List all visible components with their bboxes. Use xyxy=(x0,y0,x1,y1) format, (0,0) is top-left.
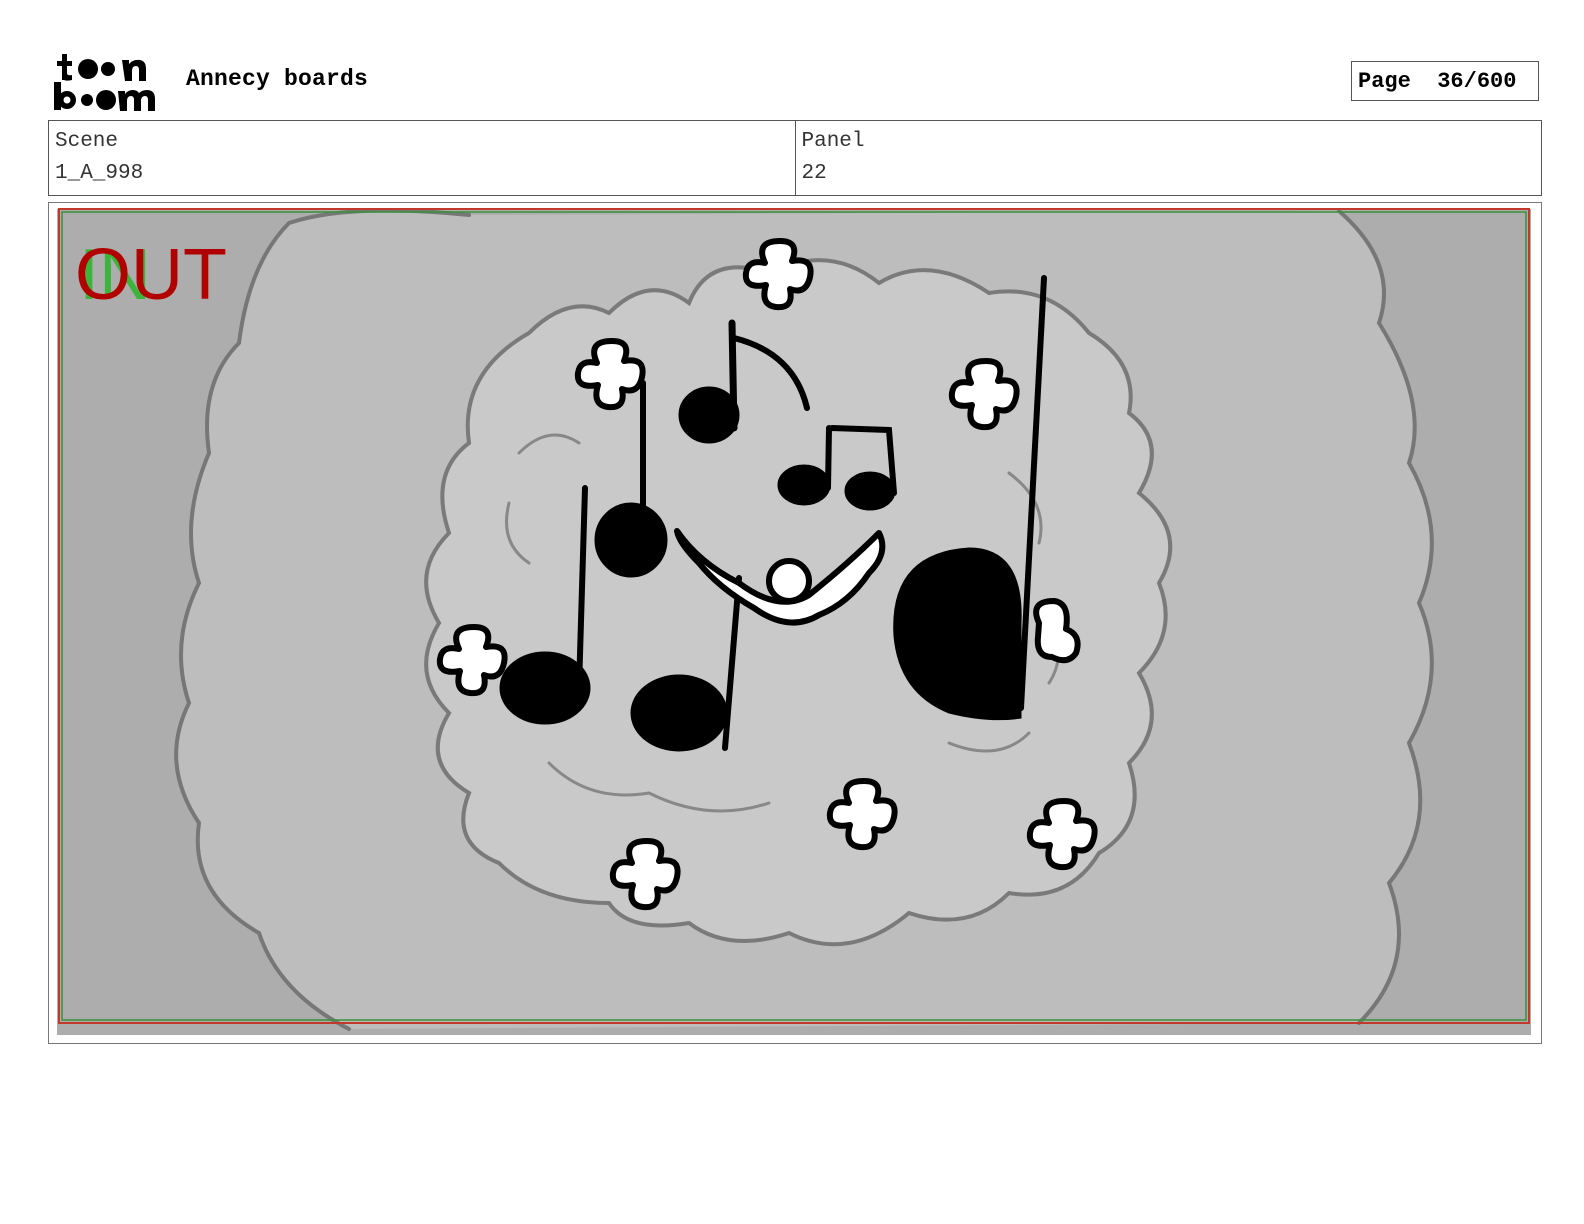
page-indicator: Page 36/600 xyxy=(1351,61,1539,101)
project-title: Annecy boards xyxy=(186,66,369,92)
panel-label: Panel xyxy=(801,130,865,153)
scene-panel-info: Scene 1_A_998 Panel 22 xyxy=(48,120,1542,196)
storyboard-drawing: IN OUT xyxy=(49,203,1540,1042)
panel-cell: Panel 22 xyxy=(794,121,1542,195)
out-marker: OUT xyxy=(75,235,227,315)
scene-label: Scene xyxy=(55,130,119,153)
panel-value: 22 xyxy=(801,162,827,185)
toonboom-logo: toon xyxy=(54,54,155,111)
page-number: 36/600 xyxy=(1437,68,1517,94)
page-label: Page xyxy=(1358,68,1411,94)
scene-cell: Scene 1_A_998 xyxy=(49,121,795,195)
storyboard-panel: IN OUT xyxy=(48,202,1542,1044)
scene-value: 1_A_998 xyxy=(55,162,144,185)
